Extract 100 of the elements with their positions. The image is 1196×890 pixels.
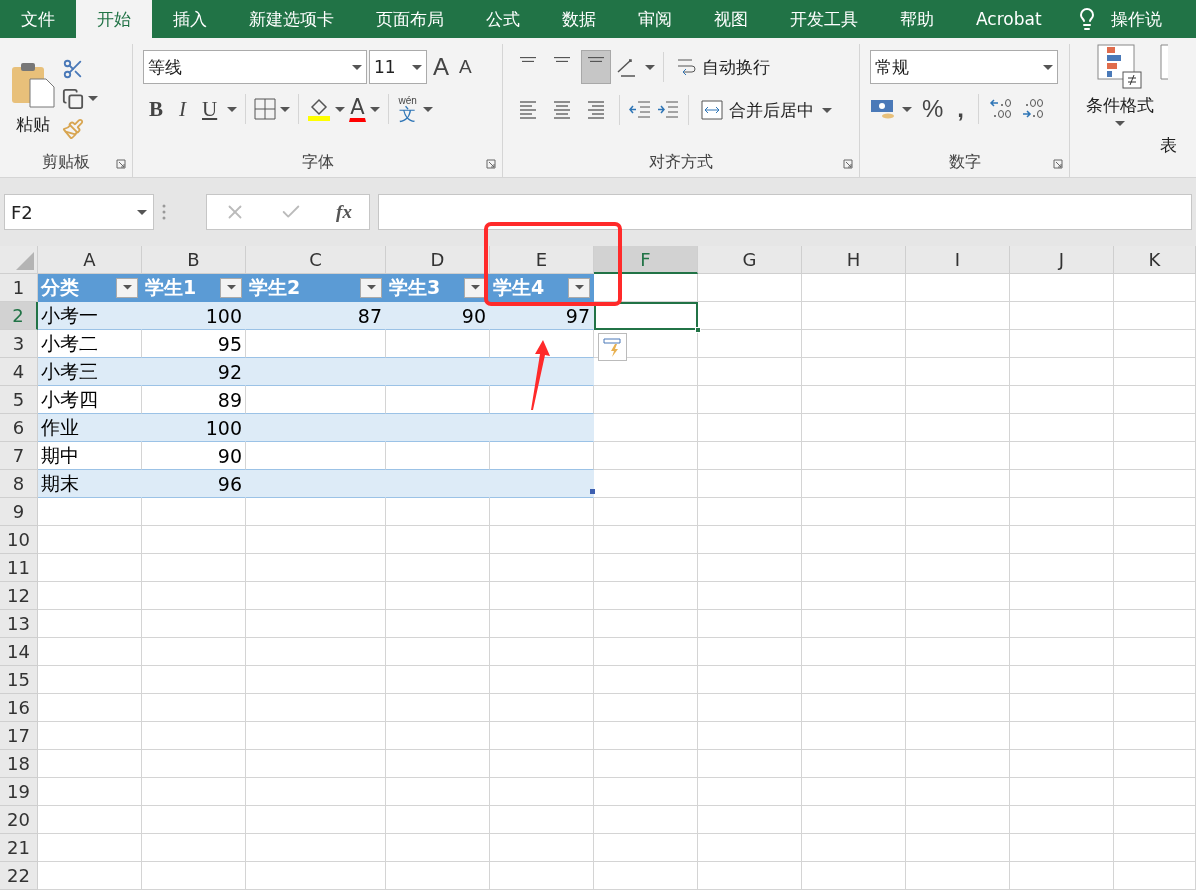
ribbon-tab[interactable]: 新建选项卡 — [228, 0, 355, 38]
italic-button[interactable]: I — [173, 94, 192, 124]
ribbon-tab[interactable]: 数据 — [541, 0, 617, 38]
caret-icon[interactable] — [226, 285, 236, 290]
table-resize-handle[interactable] — [590, 489, 595, 494]
filter-button[interactable] — [116, 277, 138, 298]
shrink-font-button[interactable]: A — [455, 56, 476, 78]
caret-icon[interactable] — [1115, 121, 1125, 126]
grow-font-button[interactable]: A — [429, 53, 453, 81]
currency-icon[interactable] — [870, 97, 896, 121]
ribbon-tab[interactable]: 公式 — [465, 0, 541, 38]
format-as-table-button[interactable]: 表 — [1160, 134, 1177, 157]
row-header[interactable]: 8 — [0, 470, 38, 498]
row-header[interactable]: 14 — [0, 638, 38, 666]
ribbon-tab[interactable]: 视图 — [693, 0, 769, 38]
caret-icon[interactable] — [412, 64, 422, 70]
filter-button[interactable] — [220, 277, 242, 298]
caret-icon[interactable] — [1043, 64, 1053, 70]
percent-button[interactable]: % — [918, 95, 948, 123]
caret-icon[interactable] — [366, 285, 376, 290]
dialog-launcher-icon[interactable] — [486, 159, 496, 169]
phonetic-button[interactable]: wén 文 — [396, 95, 419, 123]
dialog-launcher-icon[interactable] — [843, 159, 853, 169]
dialog-launcher-icon[interactable] — [116, 159, 126, 169]
row-header[interactable]: 6 — [0, 414, 38, 442]
caret-icon[interactable] — [369, 106, 380, 112]
ribbon-tab[interactable]: 审阅 — [617, 0, 693, 38]
row-header[interactable]: 1 — [0, 274, 38, 302]
row-header[interactable]: 22 — [0, 862, 38, 890]
caret-icon[interactable] — [335, 106, 346, 112]
formula-input[interactable] — [378, 194, 1192, 230]
row-header[interactable]: 17 — [0, 722, 38, 750]
insert-function-button[interactable]: fx — [336, 201, 352, 223]
font-color-button[interactable]: A — [349, 96, 366, 122]
caret-icon[interactable] — [574, 285, 584, 290]
font-size-field[interactable]: 11 — [369, 50, 427, 84]
row-header[interactable]: 19 — [0, 778, 38, 806]
name-box[interactable]: F2 — [4, 194, 154, 230]
row-header[interactable]: 3 — [0, 330, 38, 358]
ribbon-tab[interactable]: 插入 — [152, 0, 228, 38]
ribbon-tab[interactable]: 帮助 — [879, 0, 955, 38]
selected-cell[interactable] — [594, 302, 698, 330]
row-header[interactable]: 4 — [0, 358, 38, 386]
tell-me-search[interactable]: 操作说 — [1110, 7, 1162, 31]
caret-icon[interactable] — [280, 106, 291, 112]
row-header[interactable]: 16 — [0, 694, 38, 722]
filter-button[interactable] — [360, 277, 382, 298]
increase-indent-icon[interactable] — [656, 99, 680, 121]
decrease-indent-icon[interactable] — [628, 99, 652, 121]
copy-icon[interactable] — [62, 87, 84, 110]
row-header[interactable]: 18 — [0, 750, 38, 778]
caret-icon[interactable] — [88, 96, 98, 101]
caret-icon[interactable] — [822, 107, 832, 113]
column-header[interactable]: D — [386, 246, 490, 274]
row-header[interactable]: 7 — [0, 442, 38, 470]
number-format-field[interactable]: 常规 — [870, 50, 1058, 84]
caret-icon[interactable] — [645, 64, 655, 70]
caret-icon[interactable] — [470, 285, 480, 290]
dialog-launcher-icon[interactable] — [1053, 159, 1063, 169]
row-header[interactable]: 9 — [0, 498, 38, 526]
column-header[interactable]: A — [38, 246, 142, 274]
column-header[interactable]: G — [698, 246, 802, 274]
row-header[interactable]: 11 — [0, 554, 38, 582]
merge-center-button[interactable]: 合并后居中 — [697, 96, 818, 124]
bold-button[interactable]: B — [143, 94, 169, 124]
vertical-align-button[interactable] — [581, 50, 611, 84]
caret-icon[interactable] — [422, 106, 433, 112]
underline-button[interactable]: U — [196, 94, 224, 124]
conditional-formatting-button[interactable]: 条件格式 — [1086, 44, 1154, 126]
font-name-field[interactable]: 等线 — [143, 50, 367, 84]
row-header[interactable]: 20 — [0, 806, 38, 834]
column-header[interactable]: J — [1010, 246, 1114, 274]
row-header[interactable]: 15 — [0, 666, 38, 694]
cut-icon[interactable] — [62, 57, 84, 80]
fill-color-icon[interactable] — [307, 97, 332, 121]
row-header[interactable]: 5 — [0, 386, 38, 414]
row-header[interactable]: 12 — [0, 582, 38, 610]
caret-icon[interactable] — [902, 106, 912, 112]
row-header[interactable]: 13 — [0, 610, 38, 638]
filter-button[interactable] — [464, 277, 486, 298]
row-header[interactable]: 21 — [0, 834, 38, 862]
column-header[interactable]: K — [1114, 246, 1196, 274]
column-header[interactable]: F — [594, 246, 698, 274]
wrap-text-button[interactable]: 自动换行 — [672, 53, 774, 81]
ribbon-tab[interactable]: 开发工具 — [769, 0, 879, 38]
ribbon-tab[interactable]: 开始 — [76, 0, 152, 38]
caret-icon[interactable] — [352, 64, 362, 70]
row-header[interactable]: 2 — [0, 302, 38, 330]
caret-icon[interactable] — [137, 209, 147, 215]
ribbon-tab[interactable]: 文件 — [0, 0, 76, 38]
caret-icon[interactable] — [122, 285, 132, 290]
comma-button[interactable]: , — [953, 95, 968, 123]
filter-button[interactable] — [568, 277, 590, 298]
ribbon-tab[interactable]: Acrobat — [955, 0, 1063, 38]
column-header[interactable]: E — [490, 246, 594, 274]
paste-button[interactable]: 粘贴 — [10, 61, 56, 136]
row-header[interactable]: 10 — [0, 526, 38, 554]
column-header[interactable]: H — [802, 246, 906, 274]
column-header[interactable]: C — [246, 246, 386, 274]
borders-icon[interactable] — [254, 98, 277, 120]
